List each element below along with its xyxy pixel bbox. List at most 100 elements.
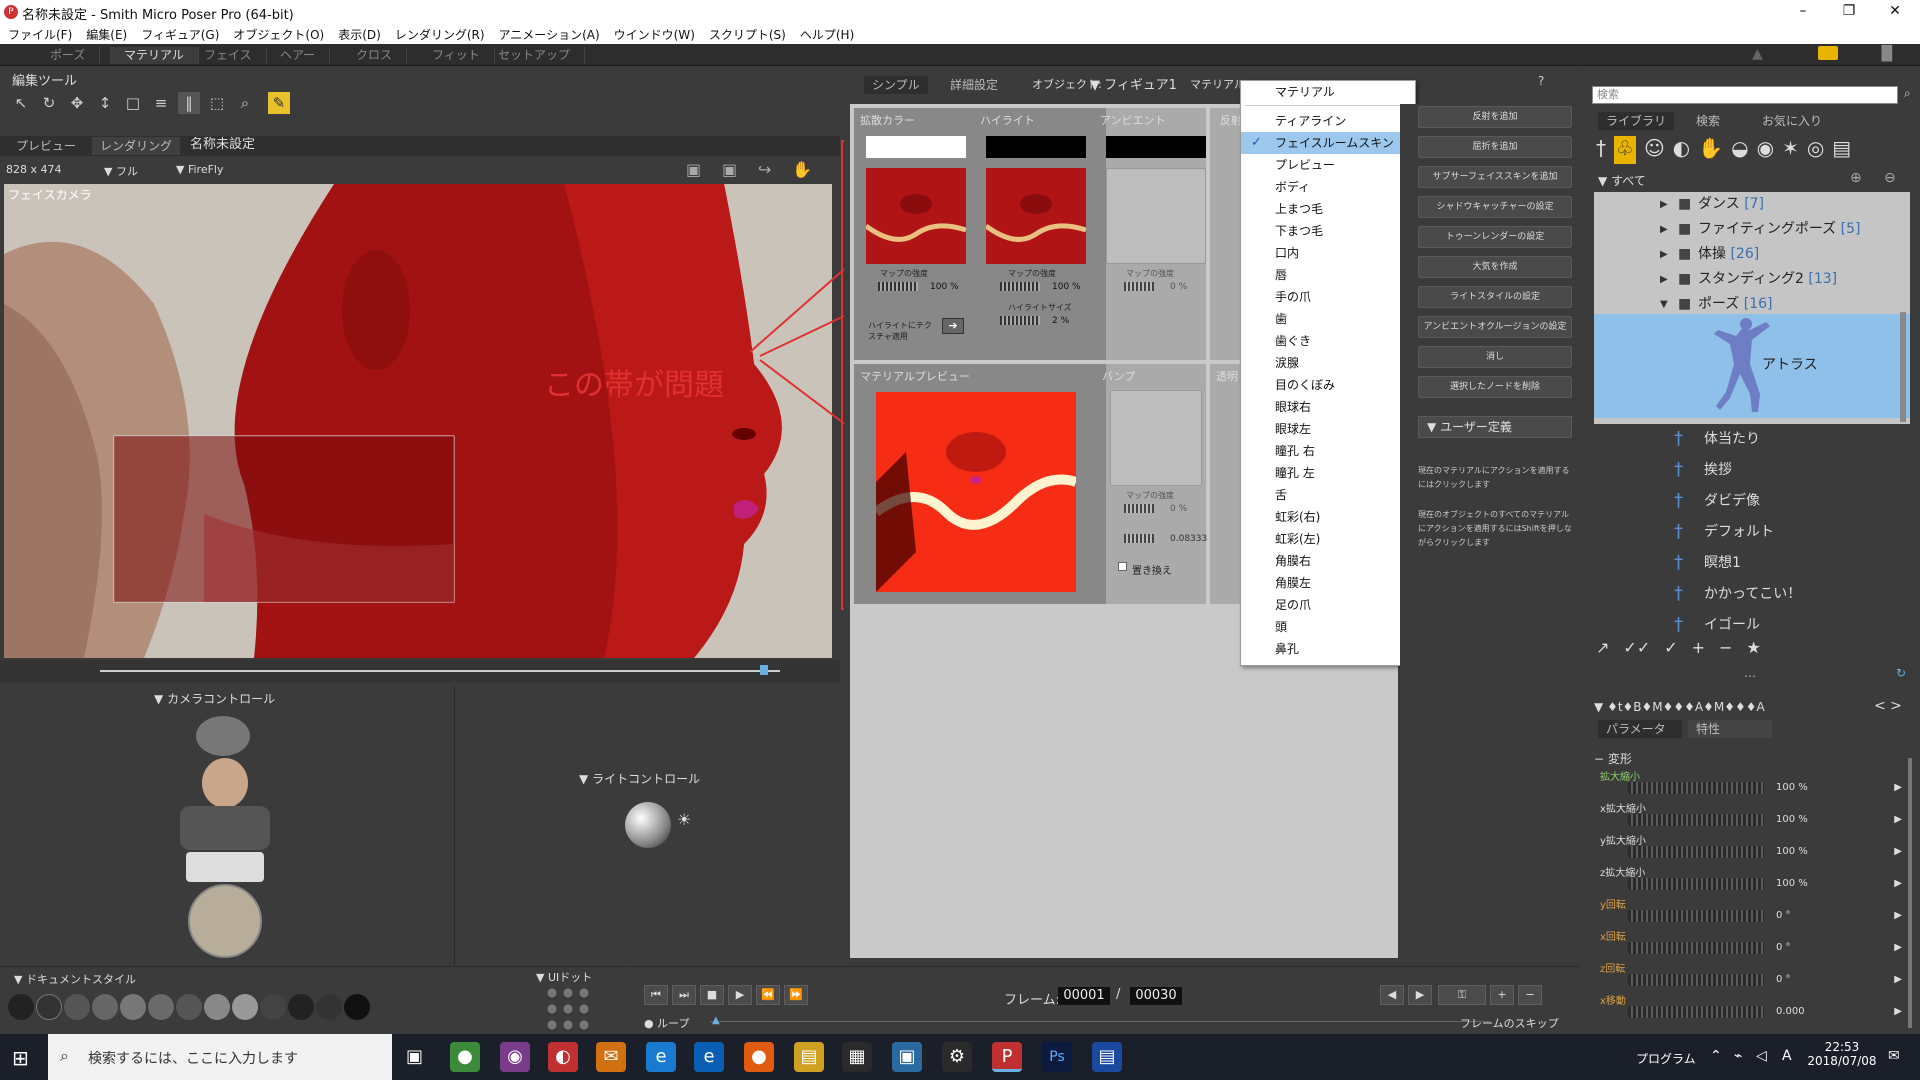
tab-advanced[interactable]: 詳細設定 xyxy=(942,76,1006,94)
app-icon[interactable]: ◉ xyxy=(500,1042,530,1072)
next-keyframe-icon[interactable]: ▶ xyxy=(1408,985,1432,1005)
material-dropdown-item[interactable]: 角膜右 xyxy=(1241,550,1415,572)
chevron-right-icon[interactable]: ▶ xyxy=(1660,267,1668,292)
globe-app-icon[interactable]: ● xyxy=(450,1042,480,1072)
head-camera-icon[interactable] xyxy=(202,758,248,808)
params-tab-properties[interactable]: 特性 xyxy=(1688,720,1772,738)
parameter-value[interactable]: 0 ° xyxy=(1776,974,1791,985)
menu-render[interactable]: レンダリング(R) xyxy=(395,26,485,43)
menu-help[interactable]: ヘルプ(H) xyxy=(800,26,854,43)
first-frame-icon[interactable]: ⏮ xyxy=(644,985,668,1005)
wizard-button[interactable]: 屈折を追加 xyxy=(1418,136,1572,158)
edge-browser-icon[interactable]: e xyxy=(694,1042,724,1072)
material-dropdown-item[interactable]: 涙腺 xyxy=(1241,352,1415,374)
parameter-value[interactable]: 100 % xyxy=(1776,782,1808,793)
volume-icon[interactable]: ◁ xyxy=(1756,1048,1767,1064)
tray-chevron-icon[interactable]: ⌃ xyxy=(1710,1048,1722,1064)
room-tab-setup[interactable]: セットアップ xyxy=(484,47,586,64)
trackball-icon[interactable] xyxy=(188,884,262,958)
style-ball-icon[interactable] xyxy=(92,994,118,1020)
material-dropdown-item[interactable]: 口内 xyxy=(1241,242,1415,264)
ambient-color-swatch[interactable] xyxy=(1106,136,1206,158)
eyedropper-tool-icon[interactable]: ✎ xyxy=(268,92,290,114)
taskbar-search-box[interactable]: ⌕ 検索するには、ここに入力します xyxy=(48,1034,392,1080)
wizard-button[interactable]: ライトスタイルの設定 xyxy=(1418,286,1572,308)
parameter-value[interactable]: 100 % xyxy=(1776,878,1808,889)
network-icon[interactable]: ⌁ xyxy=(1734,1048,1742,1064)
parameter-value[interactable]: 0 ° xyxy=(1776,942,1791,953)
actor-dropdown[interactable]: ▼ ♦t♦B♦M♦♦♦A♦M♦♦♦A xyxy=(1594,700,1765,714)
viewport-scrubber[interactable] xyxy=(0,660,840,682)
parameter-dial[interactable] xyxy=(1628,1006,1764,1018)
chevron-right-icon[interactable]: ▶ xyxy=(1660,192,1668,217)
hair-icon[interactable]: ◐ xyxy=(1673,136,1690,164)
parameter-dial[interactable] xyxy=(1628,974,1764,986)
highlight-size-value[interactable]: 2 % xyxy=(1052,316,1069,326)
timeline-marker[interactable]: ▲ xyxy=(712,1015,720,1026)
light-sphere-icon[interactable] xyxy=(625,802,671,848)
material-dropdown-item[interactable]: ティアライン xyxy=(1241,110,1415,132)
refresh-icon[interactable]: ↻ xyxy=(1896,666,1906,680)
parameter-dial[interactable] xyxy=(1628,814,1764,826)
material-dropdown-item[interactable]: 舌 xyxy=(1241,484,1415,506)
tab-preview[interactable]: プレビュー xyxy=(8,137,84,155)
diffuse-texture-thumbnail[interactable] xyxy=(864,168,967,264)
chat-icon[interactable] xyxy=(1818,46,1838,60)
stop-icon[interactable]: ■ xyxy=(700,985,724,1005)
highlight-strength-value[interactable]: 100 % xyxy=(1052,282,1081,292)
timeline-track[interactable] xyxy=(710,1021,1490,1022)
store-icon[interactable]: ▦ xyxy=(842,1042,872,1072)
chevron-right-icon[interactable]: ▶ xyxy=(1660,242,1668,267)
prev-key-icon[interactable]: ⏭ xyxy=(672,985,696,1005)
material-preview-swatch[interactable] xyxy=(876,392,1076,592)
parameter-value[interactable]: 0.000 xyxy=(1776,1006,1805,1017)
apply-replace-icon[interactable]: ↗ xyxy=(1596,638,1609,657)
room-tab-material[interactable]: マテリアル xyxy=(110,47,199,64)
ambient-texture-slot[interactable] xyxy=(1106,168,1206,264)
room-tab-hair[interactable]: ヘアー xyxy=(266,47,331,64)
material-dropdown-item[interactable]: 虹彩(右) xyxy=(1241,506,1415,528)
pose-item[interactable]: † 体当たり xyxy=(1594,424,1910,455)
style-ball-icon[interactable] xyxy=(204,994,230,1020)
rotate-tool-icon[interactable]: ↻ xyxy=(38,92,60,114)
ie-browser-icon[interactable]: e xyxy=(646,1042,676,1072)
pose-item[interactable]: † かかってこい！ xyxy=(1594,579,1910,610)
library-scrollbar[interactable] xyxy=(1900,312,1906,422)
firefox-browser-icon[interactable]: ● xyxy=(744,1042,774,1072)
hand-pose-icon[interactable]: ✋ xyxy=(1698,136,1723,164)
ambient-strength-value[interactable]: 0 % xyxy=(1170,282,1187,292)
add-library-icon[interactable]: ⊕ xyxy=(1850,170,1862,186)
material-dropdown-item[interactable]: 上まつ毛 xyxy=(1241,198,1415,220)
app-icon[interactable]: ▣ xyxy=(892,1042,922,1072)
ambient-strength-dial[interactable] xyxy=(1124,282,1154,291)
restore-icon[interactable]: ❐ xyxy=(1826,0,1872,24)
wizard-button[interactable]: 消し xyxy=(1418,346,1572,368)
highlight-texture-thumbnail[interactable] xyxy=(984,168,1087,264)
scale-tool-icon[interactable]: □ xyxy=(122,92,144,114)
library-folder[interactable]: ▶ ■ 体操 [26] xyxy=(1594,242,1910,267)
apply-texture-arrow-icon[interactable]: ➔ xyxy=(942,318,964,334)
style-ball-icon[interactable] xyxy=(8,994,34,1020)
close-icon[interactable]: ✕ xyxy=(1872,0,1918,24)
style-ball-icon[interactable] xyxy=(148,994,174,1020)
material-dropdown-item[interactable]: 目のくぼみ xyxy=(1241,374,1415,396)
camera-icon[interactable]: ▣ xyxy=(686,160,701,179)
chain-break-tool-icon[interactable]: ‖ xyxy=(178,92,200,114)
apply-double-check-icon[interactable]: ✓✓ xyxy=(1623,638,1650,657)
parameter-value[interactable]: 100 % xyxy=(1776,814,1808,825)
bump-strength-dial[interactable] xyxy=(1124,504,1154,513)
material-dropdown-item[interactable]: 足の爪 xyxy=(1241,594,1415,616)
face-camera-icon[interactable] xyxy=(196,716,250,756)
expression-icon[interactable]: ☺ xyxy=(1644,136,1665,164)
viewport-3d[interactable]: フェイスカメラ xyxy=(4,184,832,658)
loop-option[interactable]: ● ループ xyxy=(644,1015,689,1031)
add-icon[interactable]: + xyxy=(1692,638,1705,657)
export-icon[interactable]: ↪ xyxy=(758,160,771,179)
highlight-size-dial[interactable] xyxy=(1000,316,1040,325)
total-frames-field[interactable]: 00030 xyxy=(1130,987,1182,1005)
highlight-color-swatch[interactable] xyxy=(986,136,1086,158)
scenes-icon[interactable]: ▤ xyxy=(1832,136,1851,164)
material-dropdown-item[interactable]: ✓ フェイスルームスキン xyxy=(1241,132,1415,154)
material-dropdown-item[interactable]: プレビュー xyxy=(1241,154,1415,176)
material-dropdown-item[interactable]: 歯ぐき xyxy=(1241,330,1415,352)
